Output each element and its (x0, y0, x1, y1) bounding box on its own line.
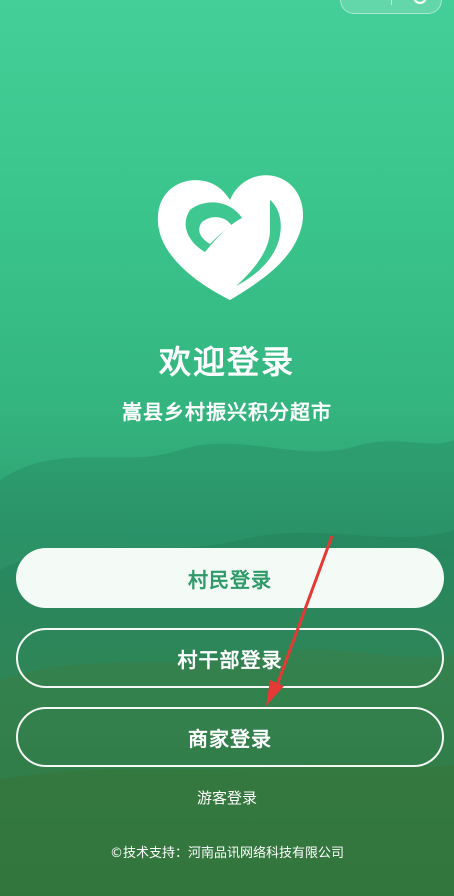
guest-login-link[interactable]: 游客登录 (0, 787, 454, 808)
close-icon[interactable] (413, 0, 427, 4)
capsule-divider (391, 0, 392, 5)
merchant-login-button[interactable]: 商家登录 (16, 707, 444, 767)
villager-login-button[interactable]: 村民登录 (16, 548, 444, 608)
app-subtitle: 嵩县乡村振兴积分超市 (122, 400, 332, 424)
app-logo (157, 175, 304, 300)
mini-program-capsule[interactable] (340, 0, 442, 14)
footer-copyright: ©技术支持：河南品讯网络科技有限公司 (109, 846, 344, 861)
cadre-login-button[interactable]: 村干部登录 (16, 628, 444, 688)
welcome-title: 欢迎登录 (158, 343, 295, 381)
